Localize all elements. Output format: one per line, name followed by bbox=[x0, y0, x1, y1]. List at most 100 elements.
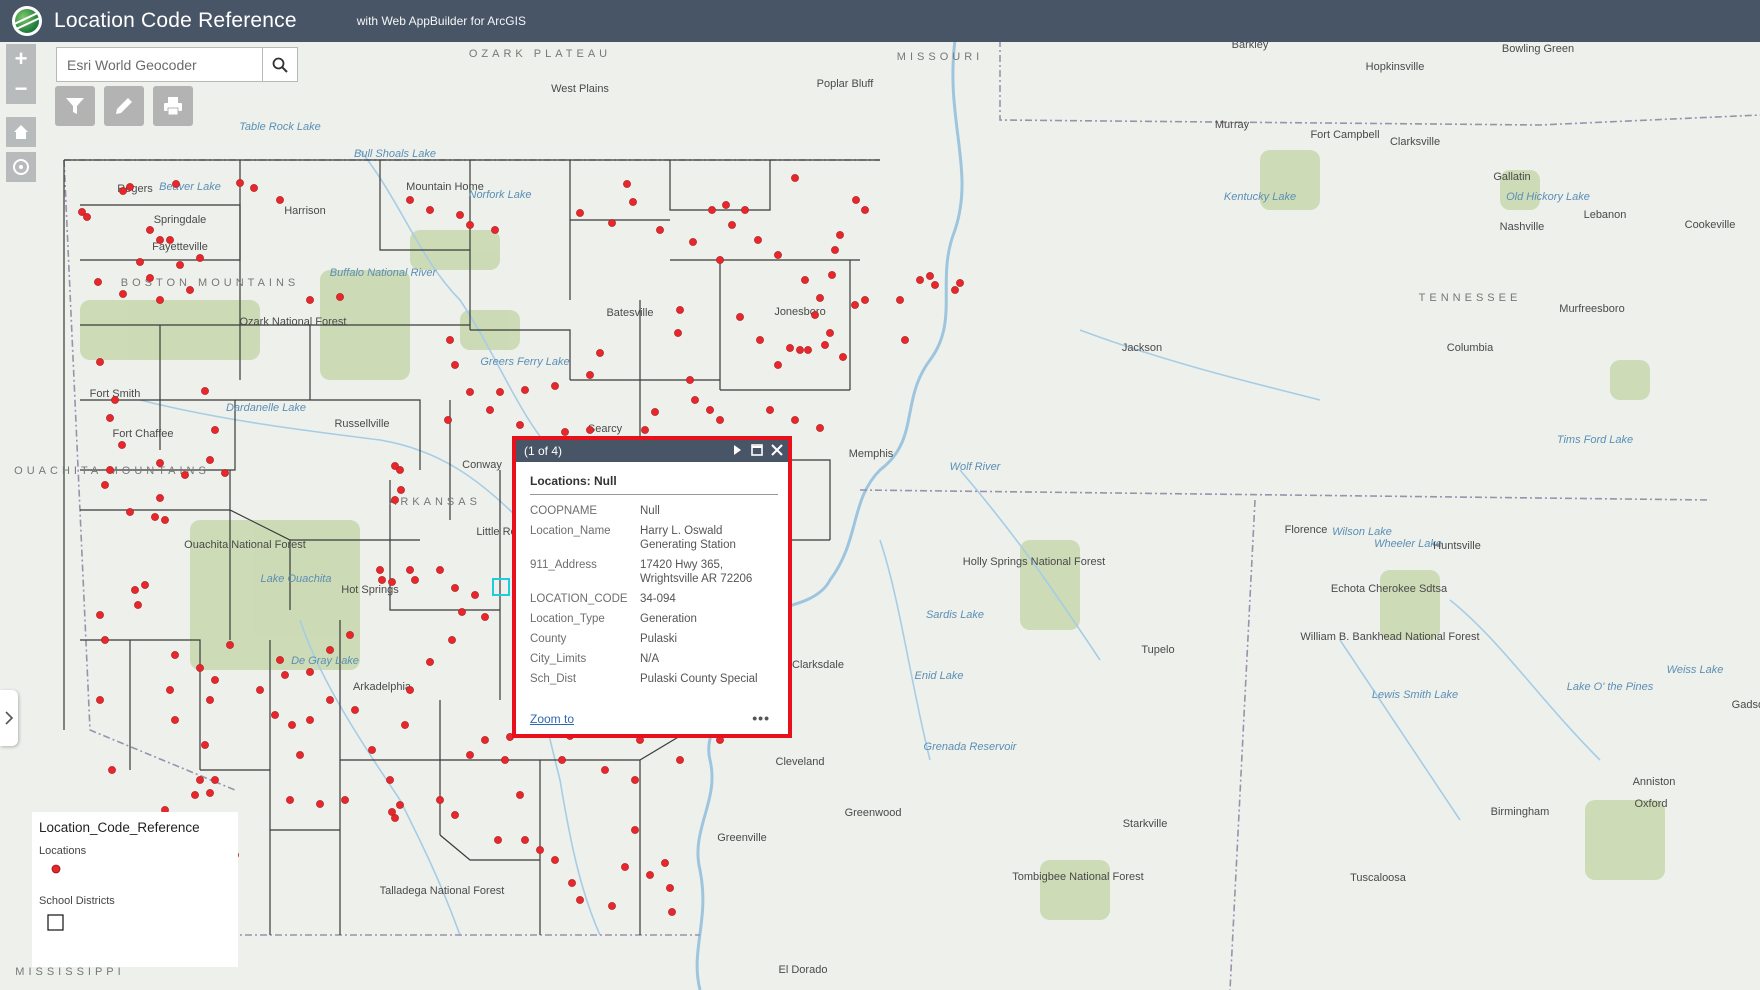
location-point[interactable] bbox=[126, 508, 134, 516]
location-point[interactable] bbox=[146, 274, 154, 282]
location-point[interactable] bbox=[558, 756, 566, 764]
location-point[interactable] bbox=[536, 846, 544, 854]
location-point[interactable] bbox=[106, 414, 114, 422]
location-point[interactable] bbox=[706, 406, 714, 414]
location-point[interactable] bbox=[397, 486, 405, 494]
location-point[interactable] bbox=[811, 311, 819, 319]
location-point[interactable] bbox=[108, 766, 116, 774]
location-point[interactable] bbox=[391, 814, 399, 822]
location-point[interactable] bbox=[631, 776, 639, 784]
location-point[interactable] bbox=[691, 396, 699, 404]
location-point[interactable] bbox=[956, 279, 964, 287]
location-point[interactable] bbox=[926, 272, 934, 280]
location-point[interactable] bbox=[341, 796, 349, 804]
location-point[interactable] bbox=[481, 736, 489, 744]
zoom-to-link[interactable]: Zoom to bbox=[530, 712, 574, 726]
location-point[interactable] bbox=[401, 721, 409, 729]
location-point[interactable] bbox=[852, 196, 860, 204]
search-button[interactable] bbox=[262, 48, 297, 81]
location-point[interactable] bbox=[708, 206, 716, 214]
location-point[interactable] bbox=[551, 856, 559, 864]
location-point[interactable] bbox=[336, 293, 344, 301]
location-point[interactable] bbox=[406, 686, 414, 694]
location-point[interactable] bbox=[496, 388, 504, 396]
location-point[interactable] bbox=[196, 254, 204, 262]
location-point[interactable] bbox=[839, 353, 847, 361]
location-point[interactable] bbox=[826, 329, 834, 337]
location-point[interactable] bbox=[551, 382, 559, 390]
location-point[interactable] bbox=[211, 676, 219, 684]
location-point[interactable] bbox=[406, 566, 414, 574]
location-point[interactable] bbox=[816, 424, 824, 432]
location-point[interactable] bbox=[466, 751, 474, 759]
location-point[interactable] bbox=[828, 271, 836, 279]
location-point[interactable] bbox=[821, 341, 829, 349]
location-point[interactable] bbox=[306, 668, 314, 676]
location-point[interactable] bbox=[796, 346, 804, 354]
location-point[interactable] bbox=[451, 584, 459, 592]
location-point[interactable] bbox=[94, 278, 102, 286]
draw-button[interactable] bbox=[104, 86, 144, 126]
location-point[interactable] bbox=[326, 696, 334, 704]
location-point[interactable] bbox=[791, 416, 799, 424]
location-point[interactable] bbox=[171, 651, 179, 659]
location-point[interactable] bbox=[674, 329, 682, 337]
filter-button[interactable] bbox=[55, 86, 95, 126]
home-button[interactable] bbox=[6, 117, 36, 147]
location-point[interactable] bbox=[861, 296, 869, 304]
locate-button[interactable] bbox=[6, 152, 36, 182]
location-point[interactable] bbox=[791, 174, 799, 182]
location-point[interactable] bbox=[756, 336, 764, 344]
location-point[interactable] bbox=[191, 791, 199, 799]
location-point[interactable] bbox=[689, 238, 697, 246]
location-point[interactable] bbox=[368, 746, 376, 754]
location-point[interactable] bbox=[316, 800, 324, 808]
location-point[interactable] bbox=[286, 796, 294, 804]
location-point[interactable] bbox=[916, 276, 924, 284]
location-point[interactable] bbox=[211, 776, 219, 784]
location-point[interactable] bbox=[516, 421, 524, 429]
location-point[interactable] bbox=[816, 294, 824, 302]
location-point[interactable] bbox=[754, 236, 762, 244]
location-point[interactable] bbox=[236, 179, 244, 187]
search-input[interactable] bbox=[57, 48, 262, 81]
location-point[interactable] bbox=[676, 756, 684, 764]
location-point[interactable] bbox=[623, 180, 631, 188]
location-point[interactable] bbox=[851, 301, 859, 309]
zoom-out-icon[interactable]: − bbox=[15, 76, 28, 102]
location-point[interactable] bbox=[804, 346, 812, 354]
location-point[interactable] bbox=[931, 281, 939, 289]
location-point[interactable] bbox=[786, 344, 794, 352]
location-point[interactable] bbox=[901, 336, 909, 344]
location-point[interactable] bbox=[586, 371, 594, 379]
location-point[interactable] bbox=[134, 601, 142, 609]
location-point[interactable] bbox=[486, 406, 494, 414]
location-point[interactable] bbox=[351, 706, 359, 714]
location-point[interactable] bbox=[586, 426, 594, 434]
location-point[interactable] bbox=[661, 859, 669, 867]
location-point[interactable] bbox=[181, 471, 189, 479]
location-point[interactable] bbox=[296, 751, 304, 759]
location-point[interactable] bbox=[861, 206, 869, 214]
location-point[interactable] bbox=[631, 826, 639, 834]
location-point[interactable] bbox=[521, 836, 529, 844]
location-point[interactable] bbox=[448, 636, 456, 644]
location-point[interactable] bbox=[206, 789, 214, 797]
location-point[interactable] bbox=[118, 441, 126, 449]
location-point[interactable] bbox=[101, 636, 109, 644]
legend-toggle-button[interactable] bbox=[0, 690, 18, 746]
location-point[interactable] bbox=[391, 496, 399, 504]
location-point[interactable] bbox=[201, 387, 209, 395]
location-point[interactable] bbox=[451, 811, 459, 819]
location-point[interactable] bbox=[641, 426, 649, 434]
location-point[interactable] bbox=[436, 796, 444, 804]
location-point[interactable] bbox=[774, 251, 782, 259]
location-point[interactable] bbox=[676, 306, 684, 314]
location-point[interactable] bbox=[166, 686, 174, 694]
location-point[interactable] bbox=[96, 611, 104, 619]
location-point[interactable] bbox=[206, 456, 214, 464]
location-point[interactable] bbox=[629, 198, 637, 206]
location-point[interactable] bbox=[171, 716, 179, 724]
location-point[interactable] bbox=[411, 576, 419, 584]
location-point[interactable] bbox=[561, 428, 569, 436]
